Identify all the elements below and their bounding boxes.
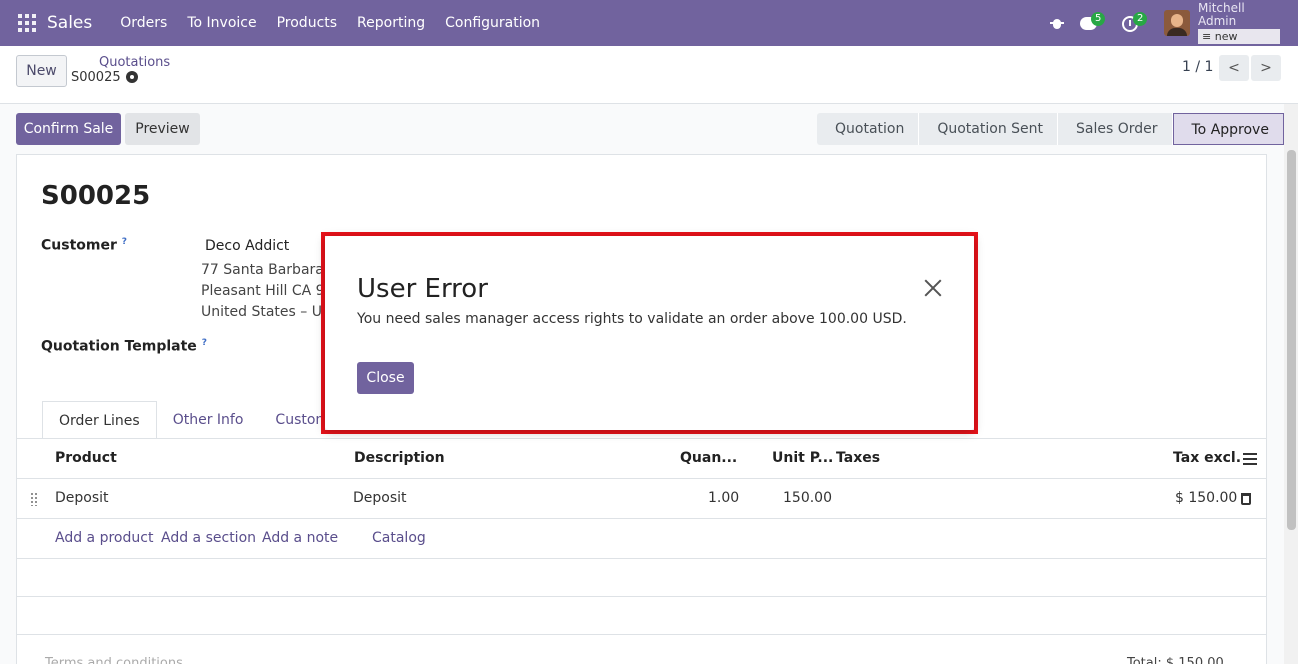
dialog-close-button[interactable]: Close: [357, 362, 414, 394]
user-error-dialog: User Error You need sales manager access…: [325, 236, 974, 430]
dialog-message: You need sales manager access rights to …: [357, 311, 907, 327]
close-icon[interactable]: [923, 278, 943, 298]
dialog-title: User Error: [357, 274, 488, 304]
